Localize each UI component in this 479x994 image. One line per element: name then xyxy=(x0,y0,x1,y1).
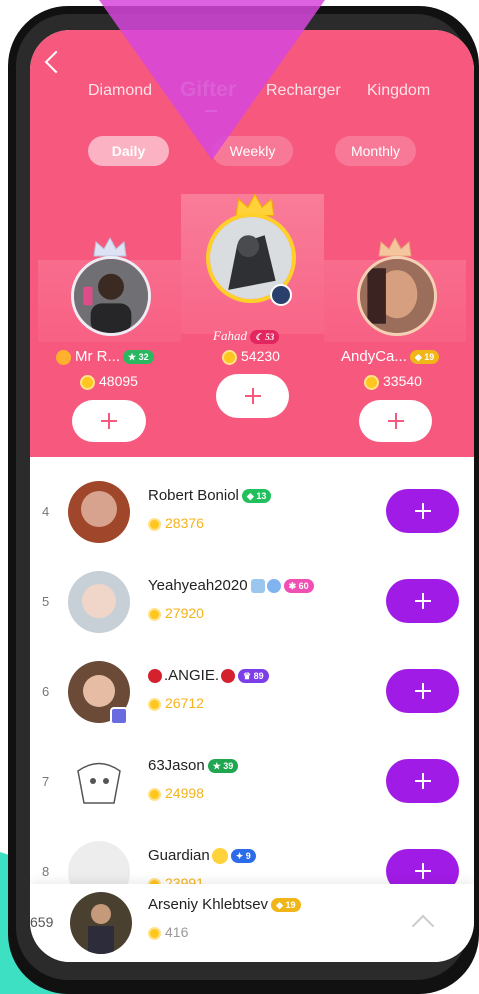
second-name: Mr R... ★ 32 xyxy=(56,348,154,365)
coin-icon xyxy=(148,607,161,621)
coin-icon xyxy=(148,787,161,801)
follow-button[interactable] xyxy=(386,579,459,623)
tab-kingdom[interactable]: Kingdom xyxy=(367,82,430,100)
coin-icon xyxy=(148,517,161,531)
coin-icon xyxy=(148,926,161,940)
third-score: 33540 xyxy=(364,373,422,390)
level-badge: ✦ 9 xyxy=(230,849,256,864)
level-badge: ◆ 19 xyxy=(409,350,440,365)
coin-icon xyxy=(148,697,161,711)
list-row[interactable]: 4 Robert Boniol ◆ 13 28376 xyxy=(30,461,474,551)
cancer-sign-icon xyxy=(56,349,71,365)
follow-second-button[interactable] xyxy=(72,400,146,442)
coin-icon xyxy=(222,349,237,365)
user-name: Robert Boniol ◆ 13 xyxy=(148,487,272,504)
lips-icon xyxy=(221,669,236,684)
level-badge: ◆ 19 xyxy=(271,898,301,913)
level-badge: ♛ 89 xyxy=(238,669,269,684)
user-score: 26712 xyxy=(148,695,204,711)
coin-icon xyxy=(364,374,379,390)
my-avatar[interactable] xyxy=(70,892,132,954)
level-badge: ◆ 13 xyxy=(241,489,272,504)
back-arrow-icon[interactable] xyxy=(42,50,68,76)
magenta-triangle-decoration xyxy=(92,0,332,160)
my-score: 416 xyxy=(148,924,188,940)
avatar-third[interactable] xyxy=(357,256,437,336)
user-score: 27920 xyxy=(148,605,204,621)
bronze-crown-icon xyxy=(377,236,413,258)
rank-number: 8 xyxy=(42,864,50,879)
first-name: Fahad ☾ 53 xyxy=(213,328,280,345)
user-name: .ANGIE. ♛ 89 xyxy=(148,667,269,684)
follow-first-button[interactable] xyxy=(216,374,289,418)
my-rank-bar[interactable]: 659 Arseniy Khlebtsev ◆ 19 416 xyxy=(30,884,474,962)
follow-button[interactable] xyxy=(386,489,459,533)
lips-icon xyxy=(148,669,162,684)
rank-number: 5 xyxy=(42,594,50,609)
avatar[interactable] xyxy=(68,571,130,633)
user-name: Guardian ✦ 9 xyxy=(148,847,256,865)
level-badge: ✱ 60 xyxy=(283,579,314,594)
user-score: 28376 xyxy=(148,515,204,531)
swirl-icon xyxy=(266,579,281,594)
first-score: 54230 xyxy=(222,348,280,365)
vip-crown-badge-icon xyxy=(270,284,292,306)
avatar-second[interactable] xyxy=(71,256,151,336)
vip-shield-icon xyxy=(110,707,128,725)
rank-number: 4 xyxy=(42,504,50,519)
rank-number: 6 xyxy=(42,684,50,699)
silver-crown-icon xyxy=(92,236,128,258)
level-badge: ☾ 53 xyxy=(249,330,280,345)
my-name: Arseniy Khlebtsev ◆ 19 xyxy=(148,896,301,913)
rocket-icon xyxy=(250,579,265,594)
user-name: Yeahyeah2020 ✱ 60 xyxy=(148,577,314,594)
my-rank-number: 659 xyxy=(30,914,54,930)
list-row[interactable]: 6 .ANGIE. ♛ 89 26712 xyxy=(30,641,474,731)
coin-icon xyxy=(80,374,95,390)
user-name: 63Jason ★ 39 xyxy=(148,757,239,774)
list-row[interactable]: 5 Yeahyeah2020 ✱ 60 27920 xyxy=(30,551,474,641)
user-score: 24998 xyxy=(148,785,204,801)
follow-button[interactable] xyxy=(386,669,459,713)
follow-third-button[interactable] xyxy=(359,400,432,442)
rank-number: 7 xyxy=(42,774,50,789)
app-screen: Diamond Gifter Recharger Kingdom Daily W… xyxy=(30,30,474,962)
list-row[interactable]: 7 63Jason ★ 39 24998 xyxy=(30,731,474,821)
avatar[interactable] xyxy=(68,481,130,543)
second-score: 48095 xyxy=(80,373,138,390)
level-badge: ★ 39 xyxy=(207,759,239,774)
third-name: AndyCa... ◆ 19 xyxy=(341,348,440,365)
follow-button[interactable] xyxy=(386,759,459,803)
period-monthly-button[interactable]: Monthly xyxy=(335,136,416,166)
chevron-up-icon[interactable] xyxy=(411,914,435,938)
level-badge: ★ 32 xyxy=(123,350,154,365)
avatar[interactable] xyxy=(68,751,130,813)
angel-emoji-icon xyxy=(211,848,228,865)
